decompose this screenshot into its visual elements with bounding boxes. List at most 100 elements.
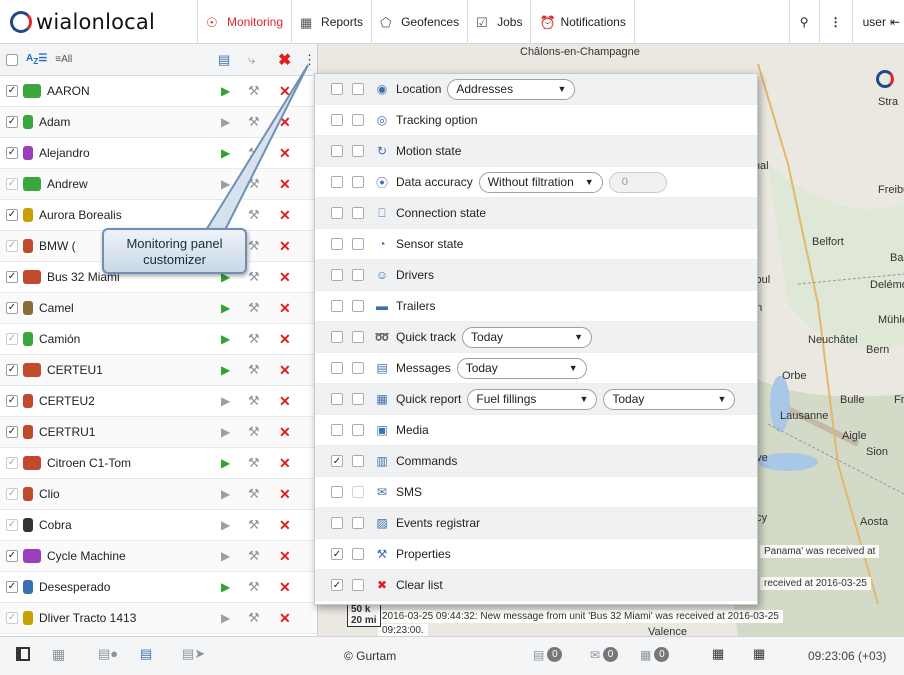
visible-checkbox[interactable]	[331, 424, 343, 436]
tooltip-checkbox[interactable]	[352, 114, 364, 126]
remove-unit-icon[interactable]: ✕	[279, 83, 291, 100]
execute-command-icon[interactable]: ▶	[221, 177, 230, 191]
customizer-select[interactable]: Without filtration ▼	[478, 171, 603, 193]
unit-row[interactable]: ✓ AARON ▶ ⚒ ✕	[0, 76, 317, 107]
visible-checkbox[interactable]	[331, 362, 343, 374]
execute-command-icon[interactable]: ▶	[221, 146, 230, 160]
remove-unit-icon[interactable]: ✕	[279, 362, 291, 379]
toggle-panel-icon[interactable]	[16, 647, 30, 661]
visible-checkbox[interactable]	[331, 331, 343, 343]
unit-checkbox[interactable]: ✓	[6, 240, 18, 252]
tooltip-checkbox[interactable]	[352, 579, 364, 591]
unit-properties-icon[interactable]: ⚒	[248, 424, 260, 440]
filter-all-icon[interactable]: ≡All	[55, 54, 72, 65]
unit-row[interactable]: ✓ Aurora Borealis ▶ ⚒ ✕	[0, 200, 317, 231]
layout-icon[interactable]: ▦	[712, 646, 724, 662]
panel-customizer-button[interactable]: ⋮	[303, 52, 316, 68]
sms-counter[interactable]: ✉ 0	[590, 647, 619, 662]
unit-checkbox[interactable]: ✓	[6, 178, 18, 190]
tooltip-checkbox[interactable]	[352, 424, 364, 436]
visible-checkbox[interactable]	[331, 393, 343, 405]
unit-checkbox[interactable]: ✓	[6, 302, 18, 314]
tooltip-checkbox[interactable]	[352, 486, 364, 498]
customizer-select[interactable]: Addresses ▼	[447, 78, 576, 100]
execute-command-icon[interactable]: ▶	[221, 580, 230, 594]
unit-checkbox[interactable]: ✓	[6, 550, 18, 562]
execute-command-icon[interactable]: ▶	[221, 84, 230, 98]
remove-unit-icon[interactable]: ✕	[279, 486, 291, 503]
unit-row[interactable]: ✓ CERTEU1 ▶ ⚒ ✕	[0, 355, 317, 386]
unit-checkbox[interactable]: ✓	[6, 426, 18, 438]
user-menu[interactable]: user ⇤	[851, 0, 904, 44]
remove-unit-icon[interactable]: ✕	[279, 455, 291, 472]
unit-row[interactable]: ✓ Cobra ▶ ⚒ ✕	[0, 510, 317, 541]
visible-checkbox[interactable]	[331, 486, 343, 498]
map-view-icon[interactable]: ▦	[753, 646, 765, 662]
unit-checkbox[interactable]: ✓	[6, 519, 18, 531]
visible-checkbox[interactable]	[331, 300, 343, 312]
visible-checkbox[interactable]	[331, 517, 343, 529]
tooltip-checkbox[interactable]	[352, 455, 364, 467]
execute-command-icon[interactable]: ▶	[221, 611, 230, 625]
unit-row[interactable]: ✓ Adam ▶ ⚒ ✕	[0, 107, 317, 138]
events-counter[interactable]: ▦ 0	[640, 647, 670, 662]
unit-row[interactable]: ✓ Cycle Machine ▶ ⚒ ✕	[0, 541, 317, 572]
execute-command-icon[interactable]: ▶	[221, 394, 230, 408]
unit-properties-icon[interactable]: ⚒	[248, 145, 260, 161]
customizer-select[interactable]: Today ▼	[462, 326, 593, 348]
visible-checkbox[interactable]	[331, 145, 343, 157]
customizer-select[interactable]: Today ▼	[603, 388, 736, 410]
tooltip-checkbox[interactable]	[352, 331, 364, 343]
tooltip-checkbox[interactable]	[352, 83, 364, 95]
unit-properties-icon[interactable]: ⚒	[248, 393, 260, 409]
unit-checkbox[interactable]: ✓	[6, 333, 18, 345]
search-button[interactable]: ⚲	[788, 0, 819, 44]
execute-command-icon[interactable]: ▶	[221, 363, 230, 377]
visible-checkbox[interactable]	[331, 114, 343, 126]
nav-jobs[interactable]: ☑ Jobs	[468, 0, 532, 44]
visible-checkbox[interactable]: ✓	[331, 548, 343, 560]
unit-properties-icon[interactable]: ⚒	[248, 362, 260, 378]
unit-row[interactable]: ✓ Alejandro ▶ ⚒ ✕	[0, 138, 317, 169]
unit-checkbox[interactable]: ✓	[6, 581, 18, 593]
unit-trace-icon[interactable]: ▤➤	[182, 646, 205, 662]
remove-unit-icon[interactable]: ✕	[279, 145, 291, 162]
visible-checkbox[interactable]: ✓	[331, 455, 343, 467]
tooltip-checkbox[interactable]	[352, 145, 364, 157]
unit-tracking-icon[interactable]: ▤●	[98, 646, 118, 662]
tooltip-checkbox[interactable]	[352, 176, 364, 188]
tooltip-checkbox[interactable]	[352, 269, 364, 281]
unit-properties-icon[interactable]: ⚒	[248, 455, 260, 471]
unit-properties-icon[interactable]: ⚒	[248, 207, 260, 223]
unit-checkbox[interactable]: ✓	[6, 364, 18, 376]
execute-command-icon[interactable]: ▶	[221, 518, 230, 532]
nav-notifications[interactable]: ⏰ Notifications	[531, 0, 635, 44]
remove-unit-icon[interactable]: ✕	[279, 424, 291, 441]
visible-checkbox[interactable]: ✓	[331, 579, 343, 591]
execute-command-icon[interactable]: ▶	[221, 425, 230, 439]
nav-monitoring[interactable]: ☉ Monitoring	[198, 0, 293, 44]
execute-command-icon[interactable]: ▶	[221, 549, 230, 563]
remove-unit-icon[interactable]: ✕	[279, 579, 291, 596]
unit-checkbox[interactable]: ✓	[6, 488, 18, 500]
unit-row[interactable]: ✓ CERTRU1 ▶ ⚒ ✕	[0, 417, 317, 448]
grid-icon[interactable]: ▦	[52, 646, 65, 663]
unit-checkbox[interactable]: ✓	[6, 457, 18, 469]
remove-unit-icon[interactable]: ✕	[279, 238, 291, 255]
unit-properties-icon[interactable]: ⚒	[248, 331, 260, 347]
execute-command-icon[interactable]: ▶	[221, 487, 230, 501]
unit-checkbox[interactable]: ✓	[6, 271, 18, 283]
remove-unit-icon[interactable]: ✕	[279, 393, 291, 410]
unit-properties-icon[interactable]: ⚒	[248, 610, 260, 626]
unit-row[interactable]: ✓ Clio ▶ ⚒ ✕	[0, 479, 317, 510]
unit-properties-icon[interactable]: ⚒	[248, 176, 260, 192]
unit-checkbox[interactable]: ✓	[6, 395, 18, 407]
messages-counter[interactable]: ▤ 0	[533, 647, 563, 662]
remove-unit-icon[interactable]: ✕	[279, 114, 291, 131]
visible-checkbox[interactable]	[331, 207, 343, 219]
logo[interactable]: wialonlocal	[0, 0, 198, 44]
unit-properties-icon[interactable]: ⚒	[248, 83, 260, 99]
unit-properties-icon[interactable]: ⚒	[248, 579, 260, 595]
remove-unit-icon[interactable]: ✕	[279, 610, 291, 627]
unit-row[interactable]: ✓ Camel ▶ ⚒ ✕	[0, 293, 317, 324]
